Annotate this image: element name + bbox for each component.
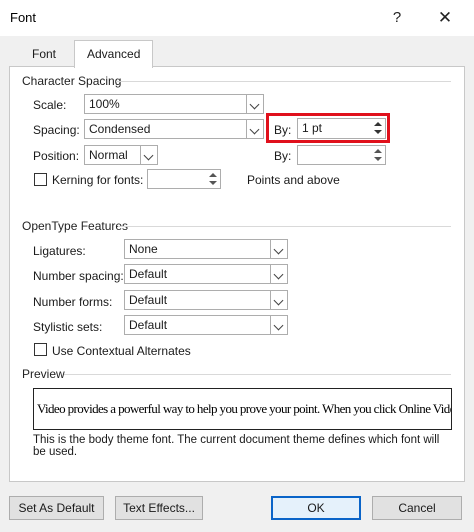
number-forms-combo[interactable]: Default (124, 290, 288, 310)
spin-down-icon[interactable] (371, 155, 385, 164)
position-by-label: By: (274, 149, 292, 163)
stylistic-sets-combo[interactable]: Default (124, 315, 288, 335)
cancel-button[interactable]: Cancel (372, 496, 462, 520)
chevron-down-icon[interactable] (246, 120, 263, 138)
chevron-down-icon[interactable] (270, 291, 287, 309)
points-and-above-label: Points and above (247, 173, 340, 187)
ok-button[interactable]: OK (271, 496, 361, 520)
kerning-label: Kerning for fonts: (52, 173, 144, 187)
divider (116, 81, 451, 82)
stylistic-sets-label: Stylistic sets: (33, 320, 103, 334)
tab-font[interactable]: Font (22, 42, 66, 66)
spin-up-icon[interactable] (206, 170, 220, 179)
scale-value: 100% (89, 97, 120, 111)
chevron-down-icon[interactable] (246, 95, 263, 113)
spin-up-icon[interactable] (371, 146, 385, 155)
number-spacing-combo[interactable]: Default (124, 264, 288, 284)
opentype-heading: OpenType Features (22, 219, 129, 233)
number-spacing-label: Number spacing: (33, 269, 124, 283)
help-icon[interactable]: ? (380, 6, 414, 30)
chevron-down-icon[interactable] (270, 265, 287, 283)
chevron-down-icon[interactable] (270, 240, 287, 258)
set-as-default-button[interactable]: Set As Default (9, 496, 104, 520)
preview-heading: Preview (22, 367, 65, 381)
ligatures-combo[interactable]: None (124, 239, 288, 259)
spacing-label: Spacing: (33, 123, 80, 137)
kerning-spinner[interactable] (147, 169, 221, 189)
position-value: Normal (89, 148, 128, 162)
tab-advanced[interactable]: Advanced (74, 40, 154, 68)
theme-font-note: This is the body theme font. The current… (33, 434, 440, 458)
number-forms-label: Number forms: (33, 295, 113, 309)
scale-label: Scale: (33, 98, 67, 112)
position-label: Position: (33, 149, 80, 163)
close-icon[interactable]: ✕ (428, 6, 462, 30)
chevron-down-icon[interactable] (140, 146, 157, 164)
tab-bar (0, 36, 474, 66)
contextual-alternates-label: Use Contextual Alternates (52, 344, 191, 358)
position-by-spinner[interactable] (297, 145, 386, 165)
kerning-checkbox[interactable] (34, 173, 47, 186)
spacing-combo[interactable]: Condensed (84, 119, 264, 139)
text-effects-button[interactable]: Text Effects... (115, 496, 203, 520)
divider (118, 226, 451, 227)
preview-box: Video provides a powerful way to help yo… (33, 388, 452, 430)
spin-down-icon[interactable] (206, 179, 220, 188)
spacing-value: Condensed (89, 122, 151, 136)
title-bar: Font ? ✕ (0, 0, 474, 36)
ligatures-label: Ligatures: (33, 244, 86, 258)
position-combo[interactable]: Normal (84, 145, 158, 165)
font-dialog: Font ? ✕ Font Advanced Character Spacing… (0, 0, 474, 532)
preview-text: Video provides a powerful way to help yo… (37, 401, 452, 416)
character-spacing-heading: Character Spacing (22, 74, 122, 88)
dialog-title: Font (10, 10, 37, 25)
highlight-box (266, 113, 390, 143)
chevron-down-icon[interactable] (270, 316, 287, 334)
divider (64, 374, 451, 375)
scale-combo[interactable]: 100% (84, 94, 264, 114)
contextual-alternates-checkbox[interactable] (34, 343, 47, 356)
